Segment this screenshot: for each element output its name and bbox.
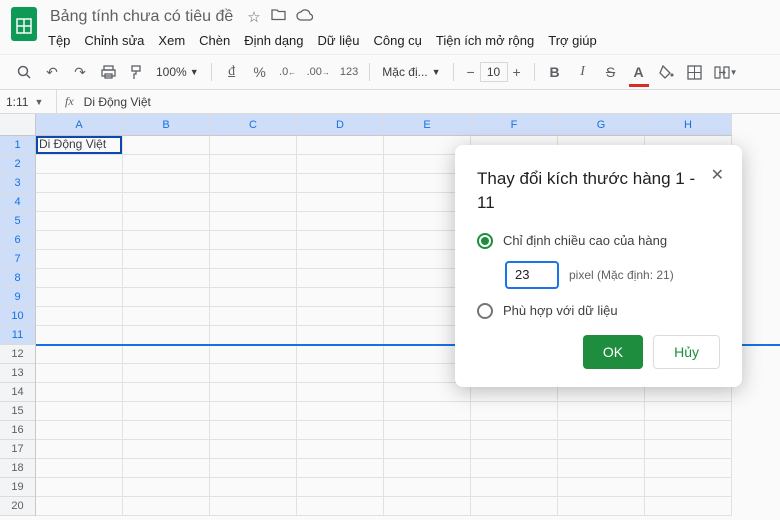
radio-icon bbox=[477, 233, 493, 249]
cancel-button[interactable]: Hủy bbox=[653, 335, 720, 369]
radio-specify-height[interactable]: Chỉ định chiều cao của hàng bbox=[477, 233, 720, 249]
radio-label: Chỉ định chiều cao của hàng bbox=[503, 233, 667, 248]
radio-fit-data[interactable]: Phù hợp với dữ liệu bbox=[477, 303, 720, 319]
dialog-title: Thay đổi kích thước hàng 1 - 11 bbox=[477, 167, 720, 215]
px-label: pixel (Mặc định: 21) bbox=[569, 268, 674, 282]
resize-rows-dialog: Thay đổi kích thước hàng 1 - 11 ✕ Chỉ đị… bbox=[455, 145, 742, 387]
row-height-input[interactable] bbox=[505, 261, 559, 289]
ok-button[interactable]: OK bbox=[583, 335, 643, 369]
radio-label: Phù hợp với dữ liệu bbox=[503, 303, 618, 318]
radio-icon bbox=[477, 303, 493, 319]
close-icon[interactable]: ✕ bbox=[711, 165, 724, 185]
